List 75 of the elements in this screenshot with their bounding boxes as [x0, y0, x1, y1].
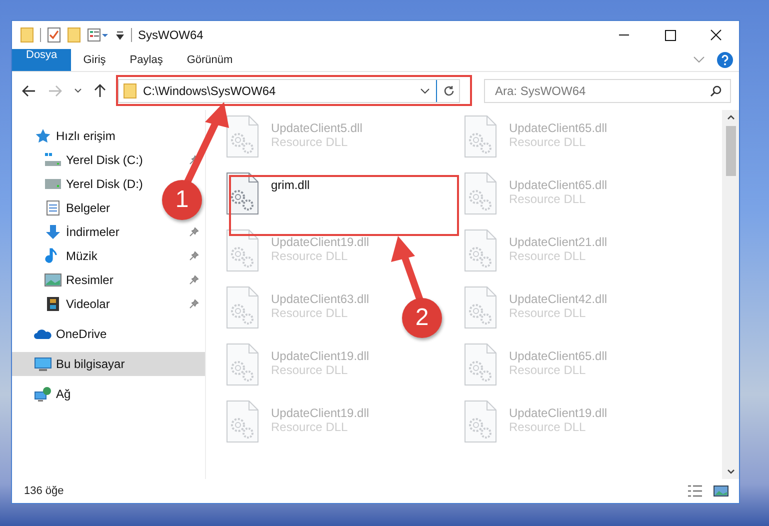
network-icon	[34, 386, 52, 402]
windrive-icon	[44, 152, 62, 168]
properties-icon[interactable]	[87, 28, 109, 42]
refresh-icon[interactable]	[443, 85, 455, 97]
settings-file-icon	[464, 115, 497, 158]
selected-nav-item[interactable]: Bu bilgisayar	[12, 352, 205, 376]
ribbon-tab[interactable]: Paylaş	[118, 49, 175, 71]
nav-item[interactable]: Belgeler	[12, 196, 110, 220]
settings-file-icon	[464, 343, 497, 386]
nav-item[interactable]: Hızlı erişim	[12, 124, 116, 148]
scrollbar-thumb[interactable]	[726, 126, 736, 176]
nav-item[interactable]: İndirmeler	[12, 220, 120, 244]
pin-icon[interactable]	[189, 299, 199, 309]
download-icon	[44, 224, 62, 240]
pin-icon[interactable]	[189, 155, 199, 165]
settings-file-icon	[464, 286, 497, 329]
large-icons-view-icon[interactable]	[713, 484, 729, 498]
file-name: UpdateClient65.dll	[509, 121, 608, 135]
nav-item[interactable]: Videolar	[12, 292, 110, 316]
nav-item[interactable]: Müzik	[12, 244, 98, 268]
settings-file-icon	[226, 400, 259, 443]
ribbon-tab[interactable]: Giriş	[71, 49, 118, 71]
file-item[interactable]: grim.dll	[226, 172, 310, 229]
file-name: UpdateClient21.dll	[509, 235, 608, 249]
star-icon	[34, 128, 52, 144]
up-arrow-icon[interactable]	[94, 84, 106, 98]
nav-item[interactable]: Ağ	[12, 382, 71, 406]
address-bar[interactable]: C:\Windows\SysWOW64	[118, 79, 460, 103]
settings-file-icon	[226, 172, 259, 215]
search-field[interactable]: Ara: SysWOW64	[484, 79, 731, 103]
file-name: UpdateClient63.dll	[271, 292, 370, 306]
details-view-icon[interactable]	[687, 484, 703, 498]
file-name: UpdateClient42.dll	[509, 292, 608, 306]
file-name: UpdateClient19.dll	[271, 349, 370, 363]
item-count: 136 öğe	[24, 485, 64, 497]
file-name: UpdateClient65.dll	[509, 349, 608, 363]
settings-file-icon	[464, 172, 497, 215]
nav-item[interactable]: Resimler	[12, 268, 114, 292]
file-name: grim.dll	[271, 178, 310, 192]
ribbon-tab[interactable]: Görünüm	[174, 49, 245, 71]
folder-icon	[123, 83, 137, 99]
scrollbar[interactable]	[722, 110, 739, 479]
chevron-down-icon[interactable]	[74, 88, 82, 94]
pin-icon[interactable]	[189, 251, 199, 261]
file-name: UpdateClient19.dll	[271, 235, 370, 249]
file-name: UpdateClient5.dll	[271, 121, 362, 135]
back-arrow-icon[interactable]	[22, 85, 36, 97]
computer-icon	[34, 356, 52, 372]
pin-icon[interactable]	[189, 227, 199, 237]
document-icon	[44, 200, 62, 216]
settings-file-icon	[226, 229, 259, 272]
window-title: SysWOW64	[138, 28, 204, 42]
picture-icon	[44, 272, 62, 288]
help-icon[interactable]	[717, 52, 733, 68]
dropdown-icon[interactable]	[115, 30, 125, 40]
settings-file-icon	[226, 115, 259, 158]
nav-item[interactable]: Yerel Disk (D:)	[12, 172, 143, 196]
file-name: UpdateClient19.dll	[271, 406, 370, 420]
file-name: UpdateClient19.dll	[509, 406, 608, 420]
video-icon	[44, 296, 62, 312]
chevron-down-icon[interactable]	[420, 88, 430, 94]
drive-icon	[44, 176, 62, 192]
search-icon[interactable]	[710, 85, 722, 97]
checklist-icon[interactable]	[47, 27, 61, 43]
file-name: UpdateClient65.dll	[509, 178, 608, 192]
ribbon-tab[interactable]: Dosya	[12, 49, 72, 71]
nav-item[interactable]: Yerel Disk (C:)	[12, 148, 143, 172]
address-path: C:\Windows\SysWOW64	[143, 84, 277, 98]
settings-file-icon	[226, 286, 259, 329]
settings-file-icon	[464, 400, 497, 443]
nav-item[interactable]: OneDrive	[12, 322, 107, 346]
pin-icon[interactable]	[189, 275, 199, 285]
settings-file-icon	[226, 343, 259, 386]
annotation-arrow	[391, 236, 424, 302]
settings-file-icon	[464, 229, 497, 272]
